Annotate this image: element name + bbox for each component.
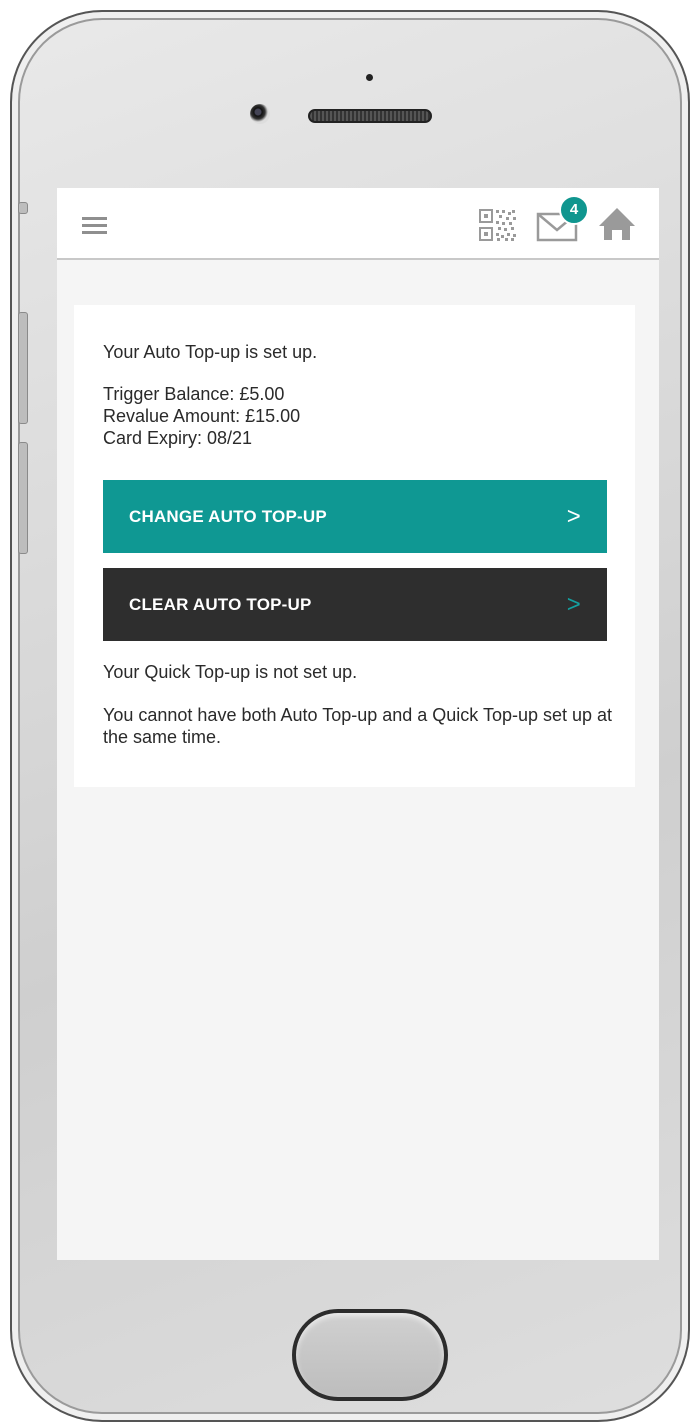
topup-conflict-note: You cannot have both Auto Top-up and a Q…: [103, 705, 613, 747]
phone-volume-down: [18, 442, 28, 554]
revalue-amount: Revalue Amount: £15.00: [103, 406, 301, 426]
change-auto-topup-label: CHANGE AUTO TOP-UP: [129, 506, 327, 526]
earpiece-speaker: [308, 109, 432, 123]
qr-code-icon[interactable]: [478, 208, 518, 242]
chevron-right-icon: >: [566, 590, 581, 618]
change-auto-topup-button[interactable]: CHANGE AUTO TOP-UP >: [103, 480, 607, 553]
trigger-balance: Trigger Balance: £5.00: [103, 384, 285, 404]
app-header: 4: [57, 188, 659, 260]
notification-count-badge: 4: [559, 195, 589, 225]
clear-auto-topup-label: CLEAR AUTO TOP-UP: [129, 594, 312, 614]
proximity-sensor: [366, 74, 373, 81]
phone-side-button: [18, 202, 28, 214]
phone-home-button[interactable]: [292, 1309, 448, 1401]
topup-info-card: Your Auto Top-up is set up. Trigger Bala…: [74, 305, 635, 787]
auto-topup-status: Your Auto Top-up is set up.: [103, 342, 318, 362]
quick-topup-status: Your Quick Top-up is not set up.: [103, 662, 358, 682]
front-camera: [250, 104, 270, 124]
phone-volume-up: [18, 312, 28, 424]
hamburger-menu-icon[interactable]: [82, 217, 107, 234]
chevron-right-icon: >: [566, 502, 581, 530]
app-screen: 4 Your Auto Top-up is set up. Trigger Ba…: [57, 188, 659, 1260]
home-icon[interactable]: [597, 204, 637, 244]
clear-auto-topup-button[interactable]: CLEAR AUTO TOP-UP >: [103, 568, 607, 641]
card-expiry: Card Expiry: 08/21: [103, 428, 253, 448]
auto-topup-details: Trigger Balance: £5.00 Revalue Amount: £…: [103, 383, 300, 449]
